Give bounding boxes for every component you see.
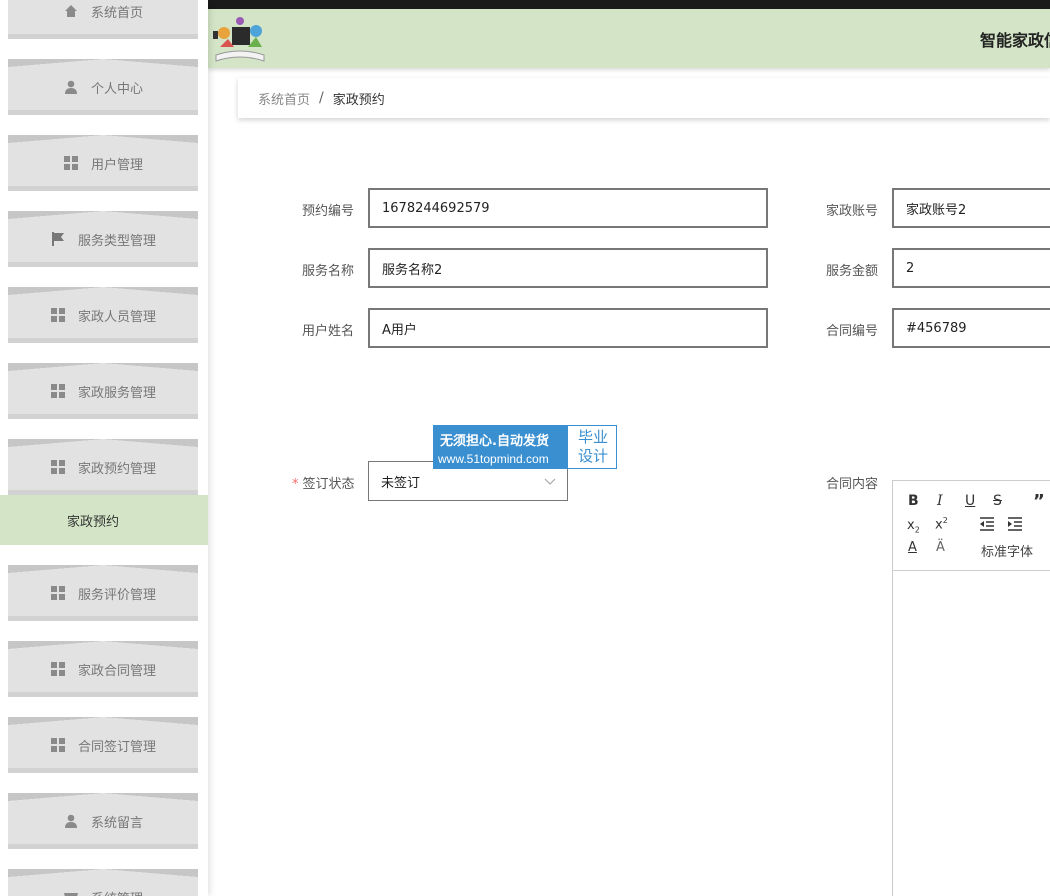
font-color-icon[interactable]: A (908, 540, 917, 555)
rich-text-editor[interactable]: B I U S ” x2 x2 A Ä 标准字体 (892, 480, 1050, 896)
user-name-input[interactable] (368, 308, 768, 348)
sidebar-item-home[interactable]: 系统首页 (8, 0, 198, 39)
amount-input[interactable] (892, 248, 1050, 288)
sidebar-item-label: 个人中心 (90, 81, 143, 97)
service-name-input[interactable] (368, 248, 768, 288)
sign-status-label: * 签订状态 (292, 477, 355, 492)
contract-no-label: 合同编号 (826, 324, 879, 339)
sidebar-item-service-management[interactable]: 家政服务管理 (8, 363, 198, 419)
editor-toolbar: B I U S ” x2 x2 A Ä 标准字体 (893, 481, 1050, 571)
grid-icon (50, 307, 66, 323)
top-header: 智能家政信息管理系统 (208, 9, 1050, 68)
sidebar-item-label: 家政合同管理 (77, 663, 156, 679)
user-name-label: 用户姓名 (302, 324, 355, 339)
font-family-select[interactable]: 标准字体 (981, 541, 1033, 560)
account-label: 家政账号 (826, 204, 879, 219)
sidebar-item-staff-management[interactable]: 家政人员管理 (8, 287, 198, 343)
watermark-right: 毕业 设计 (577, 428, 608, 465)
breadcrumb: 系统首页 / 家政预约 (238, 78, 1050, 118)
sidebar-subitem-booking[interactable]: 家政预约 (0, 495, 208, 545)
outdent-icon[interactable] (979, 517, 995, 535)
strikethrough-icon[interactable]: S (993, 493, 1002, 509)
sidebar-item-system-management[interactable]: 系统管理 (8, 869, 198, 896)
booking-no-input[interactable] (368, 188, 768, 228)
contract-no-input[interactable] (892, 308, 1050, 348)
grid-icon (50, 661, 66, 677)
required-mark: * (292, 477, 299, 492)
breadcrumb-separator: / (319, 90, 324, 106)
subscript-icon[interactable]: x2 (907, 518, 920, 535)
booking-no-label: 预约编号 (302, 204, 355, 219)
grid-icon (50, 459, 66, 475)
sidebar-item-label: 系统首页 (90, 5, 143, 21)
grid-icon (50, 737, 66, 753)
sidebar: 系统首页 个人中心 用户管理 服务类型管理 家政人员管理 家政服务管理 家政预约… (0, 0, 208, 896)
sidebar-item-contract-management[interactable]: 家政合同管理 (8, 641, 198, 697)
contract-content-label: 合同内容 (826, 477, 879, 492)
superscript-icon[interactable]: x2 (935, 516, 948, 532)
blockquote-icon[interactable]: ” (1033, 491, 1045, 512)
sidebar-subitem-label: 家政预约 (66, 514, 119, 530)
background-color-icon[interactable]: Ä (936, 540, 945, 555)
sign-status-value: 未签订 (381, 475, 421, 491)
bold-icon[interactable]: B (908, 493, 919, 509)
watermark-left: 无须担心.自动发货 www.51topmind.com (434, 426, 568, 468)
sidebar-item-label: 家政人员管理 (77, 309, 156, 325)
sidebar-item-label: 服务评价管理 (77, 587, 156, 603)
watermark-text-line2: www.51topmind.com (438, 452, 549, 466)
sidebar-item-service-type-management[interactable]: 服务类型管理 (8, 211, 198, 267)
breadcrumb-home-link[interactable]: 系统首页 (258, 89, 310, 108)
sidebar-item-label: 系统管理 (91, 888, 143, 896)
flag-icon (50, 231, 66, 247)
sidebar-item-label: 用户管理 (90, 157, 143, 173)
sidebar-item-contract-signing-management[interactable]: 合同签订管理 (8, 717, 198, 773)
sidebar-item-label: 服务类型管理 (77, 233, 156, 249)
sidebar-item-messages[interactable]: 系统留言 (8, 793, 198, 849)
sidebar-item-label: 系统留言 (90, 815, 143, 831)
sidebar-item-personal-center[interactable]: 个人中心 (8, 59, 198, 115)
watermark-text-line1: 无须担心.自动发货 (440, 434, 549, 449)
sidebar-item-label: 家政服务管理 (77, 385, 156, 401)
sidebar-item-label: 家政预约管理 (77, 461, 156, 477)
italic-icon[interactable]: I (937, 493, 943, 509)
breadcrumb-current: 家政预约 (332, 92, 385, 108)
watermark-badge: 无须担心.自动发货 www.51topmind.com 毕业 设计 (433, 425, 617, 469)
chevron-down-icon (543, 474, 557, 488)
grid-icon (50, 383, 66, 399)
service-name-label: 服务名称 (302, 264, 355, 279)
grid-icon (63, 155, 79, 171)
indent-icon[interactable] (1007, 517, 1023, 535)
sidebar-item-booking-management[interactable]: 家政预约管理 (8, 439, 198, 495)
underline-icon[interactable]: U (965, 493, 975, 509)
sidebar-item-label: 合同签订管理 (77, 739, 156, 755)
home-icon (63, 3, 79, 19)
logo (210, 11, 270, 67)
amount-label: 服务金额 (826, 264, 879, 279)
person-icon (63, 813, 79, 829)
sidebar-item-review-management[interactable]: 服务评价管理 (8, 565, 198, 621)
site-title: 智能家政信息管理系统 (980, 31, 1050, 50)
gear-icon (63, 889, 79, 896)
grid-icon (50, 585, 66, 601)
account-input[interactable] (892, 188, 1050, 228)
sidebar-item-user-management[interactable]: 用户管理 (8, 135, 198, 191)
person-icon (63, 79, 79, 95)
